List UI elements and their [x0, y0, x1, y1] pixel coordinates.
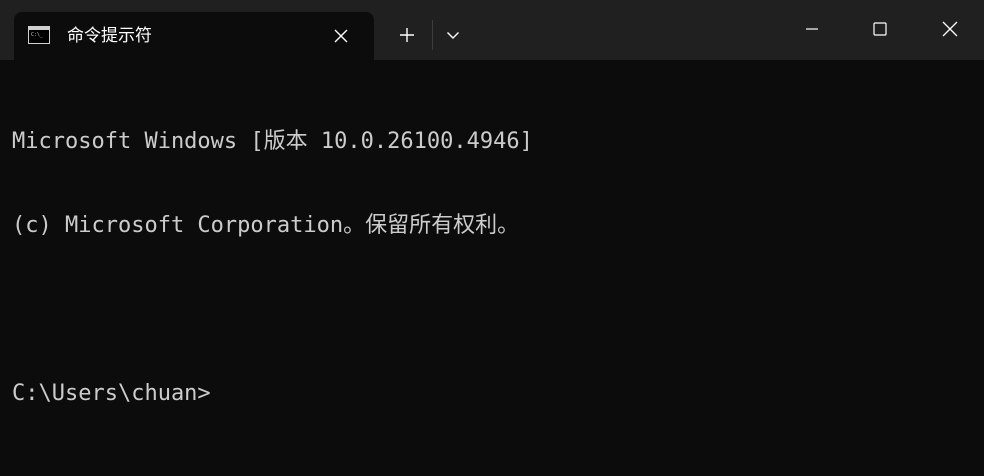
new-tab-button[interactable] [390, 20, 424, 50]
close-window-button[interactable] [916, 0, 984, 60]
console-line-copyright: (c) Microsoft Corporation。保留所有权利。 [12, 213, 520, 238]
close-icon [942, 21, 958, 37]
console-line-version: Microsoft Windows [版本 10.0.26100.4946] [12, 129, 533, 154]
maximize-icon [873, 22, 887, 36]
terminal-window: C:\_ 命令提示符 Microsoft Windows [版本 10.0.26… [0, 0, 984, 476]
title-bar[interactable]: C:\_ 命令提示符 [0, 0, 984, 60]
tab-title: 命令提示符 [67, 26, 152, 46]
chevron-down-icon [447, 32, 459, 39]
plus-icon [400, 28, 414, 42]
tab-divider [432, 20, 433, 50]
command-prompt[interactable]: C:\Users\chuan> [12, 380, 972, 408]
close-icon [334, 29, 348, 43]
maximize-button[interactable] [846, 0, 914, 60]
minimize-button[interactable] [778, 0, 846, 60]
tab-command-prompt[interactable]: C:\_ 命令提示符 [14, 12, 374, 60]
tab-dropdown-button[interactable] [437, 20, 469, 50]
minimize-icon [806, 28, 818, 30]
svg-text:C:\_: C:\_ [31, 32, 44, 38]
console-output[interactable]: Microsoft Windows [版本 10.0.26100.4946] (… [12, 72, 972, 464]
terminal-icon: C:\_ [28, 26, 50, 44]
tab-close-button[interactable] [326, 21, 356, 51]
